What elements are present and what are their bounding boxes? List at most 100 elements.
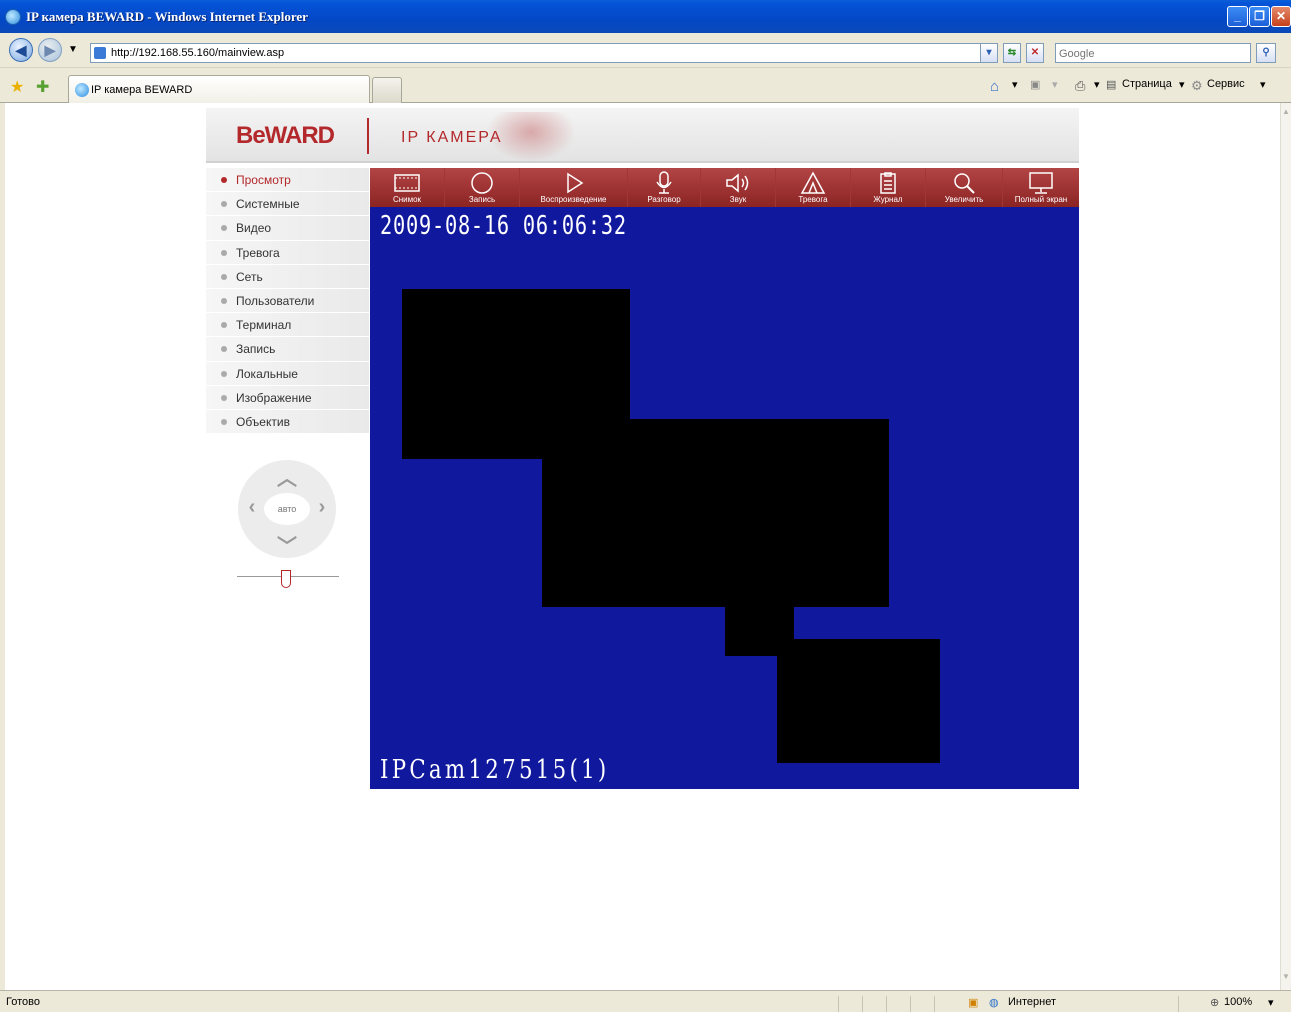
scroll-up-icon[interactable]: ▲	[1281, 107, 1291, 121]
bullet-icon	[221, 297, 227, 304]
address-bar[interactable]	[90, 43, 990, 63]
alarm-icon	[776, 170, 850, 196]
menu-item-users[interactable]: Пользователи	[206, 289, 369, 314]
window-title: IP камера BEWARD - Windows Internet Expl…	[26, 9, 308, 24]
camera-name-overlay: IPCam127515(1)	[380, 755, 610, 785]
ptz-left-icon[interactable]: ‹	[240, 496, 264, 519]
status-divider	[1178, 996, 1179, 1012]
tab-ip-camera[interactable]: IP камера BEWARD	[68, 75, 370, 103]
speaker-icon	[701, 170, 775, 196]
ptz-down-icon[interactable]: ﹀	[275, 530, 299, 559]
bullet-icon	[221, 418, 227, 425]
page-icon	[94, 47, 106, 59]
film-icon	[370, 170, 444, 196]
ptz-up-icon[interactable]: ︿	[275, 462, 299, 491]
menu-item-alarm[interactable]: Тревога	[206, 241, 369, 265]
vertical-scrollbar[interactable]: ▲ ▼	[1280, 103, 1291, 990]
settings-menu: Просмотр Системные Видео Тревога Сеть По…	[206, 168, 369, 435]
ie-tab-icon	[75, 83, 89, 97]
bullet-icon	[221, 322, 227, 329]
tools-menu[interactable]: Сервис	[1207, 78, 1245, 90]
bullet-icon	[221, 346, 227, 353]
favorites-star-icon[interactable]: ★	[10, 77, 24, 97]
menu-item-system[interactable]: Системные	[206, 192, 369, 217]
page-menu-icon: ▤	[1106, 79, 1117, 91]
page-menu[interactable]: Страница	[1122, 78, 1172, 90]
zoom-level[interactable]: 100%	[1224, 996, 1252, 1008]
record-button[interactable]: Запись	[445, 168, 520, 207]
print-icon[interactable]: ⎙	[1075, 78, 1085, 94]
menu-item-image[interactable]: Изображение	[206, 386, 369, 410]
bullet-icon	[221, 225, 227, 232]
bullet-icon	[221, 249, 227, 256]
close-button[interactable]: ✕	[1271, 6, 1291, 27]
status-divider	[910, 996, 911, 1012]
privacy-mask	[542, 419, 889, 607]
privacy-mask	[777, 639, 940, 763]
recent-pages-dropdown-icon[interactable]: ▼	[68, 44, 78, 55]
feeds-dropdown-icon[interactable]: ▾	[1052, 78, 1058, 91]
stop-icon[interactable]: ✕	[1026, 43, 1044, 63]
tab-bar: ★ ✚ IP камера BEWARD ⌂ ▾ ▣ ▾ ⎙ ▾ ▤ Стран…	[0, 69, 1291, 103]
beward-logo: BeWARD	[236, 122, 335, 149]
search-icon[interactable]: ⚲	[1256, 43, 1276, 63]
play-icon	[520, 170, 627, 196]
sound-button[interactable]: Звук	[701, 168, 776, 207]
protected-mode-icon[interactable]: ▣	[968, 996, 978, 1009]
address-dropdown-icon[interactable]: ▾	[980, 43, 998, 63]
forward-button[interactable]: ▶	[38, 38, 62, 62]
add-favorite-icon[interactable]: ✚	[36, 77, 49, 97]
ptz-control: ︿ ﹀ ‹ › авто	[238, 460, 336, 558]
microphone-icon	[628, 170, 700, 196]
feeds-icon[interactable]: ▣	[1030, 78, 1040, 91]
fullscreen-button[interactable]: Полный экран	[1003, 168, 1079, 207]
menu-item-lens[interactable]: Объектив	[206, 410, 369, 435]
search-box[interactable]	[1055, 43, 1251, 63]
scroll-down-icon[interactable]: ▼	[1281, 972, 1291, 986]
print-dropdown-icon[interactable]: ▾	[1094, 78, 1100, 91]
gear-icon: ⚙	[1191, 78, 1203, 93]
status-divider	[862, 996, 863, 1012]
globe-icon: ◍	[989, 997, 999, 1009]
camera-header: BeWARD IP КАМЕРА	[206, 108, 1079, 163]
menu-item-view[interactable]: Просмотр	[206, 168, 369, 193]
status-divider	[838, 996, 839, 1012]
zoom-in-button[interactable]: Увеличить	[926, 168, 1003, 207]
playback-button[interactable]: Воспроизведение	[520, 168, 628, 207]
ie-icon	[5, 9, 21, 25]
menu-item-recording[interactable]: Запись	[206, 337, 369, 362]
video-timestamp: 2009-08-16 06:06:32	[380, 211, 627, 241]
ptz-right-icon[interactable]: ›	[310, 496, 334, 519]
maximize-button[interactable]: ❐	[1249, 6, 1270, 27]
bullet-icon	[221, 177, 227, 183]
menu-item-terminal[interactable]: Терминал	[206, 313, 369, 338]
status-divider	[886, 996, 887, 1012]
minimize-button[interactable]: _	[1227, 6, 1248, 27]
refresh-icon[interactable]: ⇆	[1003, 43, 1021, 63]
search-input[interactable]	[1059, 46, 1247, 61]
zoom-slider[interactable]	[237, 568, 339, 592]
new-tab-button[interactable]	[372, 77, 402, 103]
home-icon[interactable]: ⌂	[990, 78, 999, 95]
alarm-button[interactable]: Тревога	[776, 168, 851, 207]
address-input[interactable]	[111, 45, 981, 61]
address-toolbar: ◀ ▶ ▼ ▾ ⇆ ✕ ⚲	[0, 33, 1291, 68]
ptz-auto-button[interactable]: авто	[264, 493, 310, 525]
slider-thumb[interactable]	[281, 570, 291, 588]
video-toolbar: Снимок Запись Воспроизведение Разговор З…	[370, 168, 1079, 207]
status-divider	[934, 996, 935, 1012]
home-dropdown-icon[interactable]: ▾	[1012, 78, 1018, 91]
record-icon	[445, 170, 519, 196]
menu-item-video[interactable]: Видео	[206, 216, 369, 241]
zoom-dropdown-icon[interactable]: ▾	[1268, 996, 1274, 1009]
menu-item-local[interactable]: Локальные	[206, 362, 369, 386]
back-button[interactable]: ◀	[9, 38, 33, 62]
bullet-icon	[221, 394, 227, 401]
header-divider	[367, 118, 369, 154]
snapshot-button[interactable]: Снимок	[370, 168, 445, 207]
title-bar: IP камера BEWARD - Windows Internet Expl…	[0, 0, 1291, 33]
log-button[interactable]: Журнал	[851, 168, 926, 207]
talk-button[interactable]: Разговор	[628, 168, 701, 207]
video-stream[interactable]: 2009-08-16 06:06:32 IPCam127515(1)	[370, 207, 1079, 789]
menu-item-network[interactable]: Сеть	[206, 265, 369, 289]
